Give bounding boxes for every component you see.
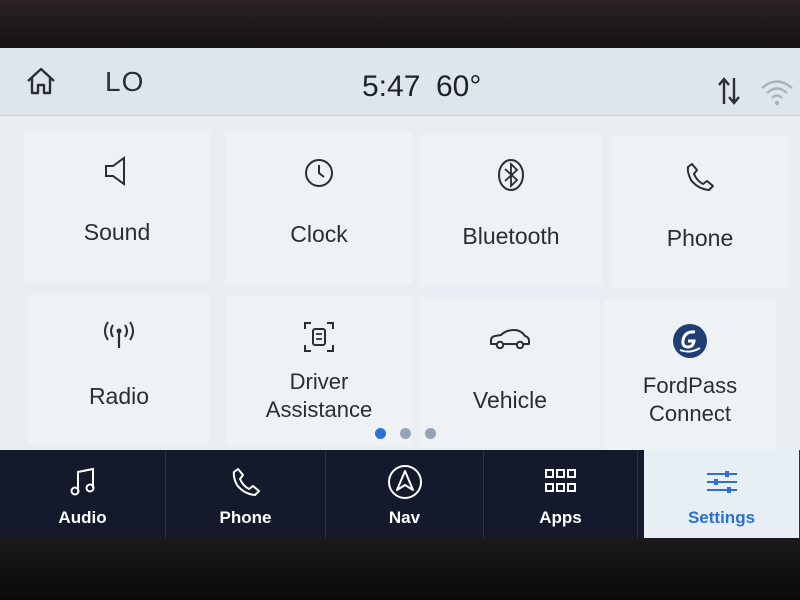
tile-radio[interactable]: Radio xyxy=(28,294,210,444)
nav-audio[interactable]: Audio xyxy=(0,450,166,540)
tile-label: Clock xyxy=(290,221,348,247)
car-icon xyxy=(490,329,530,350)
navigation-arrow-icon xyxy=(387,465,422,499)
tile-label: Vehicle xyxy=(472,387,548,413)
climate-setting[interactable]: LO xyxy=(105,66,144,98)
clock-time: 5:47 xyxy=(362,70,421,103)
tile-label: Driver Assistance xyxy=(265,369,373,422)
phone-icon xyxy=(686,163,714,191)
outside-temperature: 60° xyxy=(436,70,482,103)
status-bar: LO 5:47 60° xyxy=(0,48,800,116)
tile-vehicle[interactable]: Vehicle xyxy=(420,298,600,448)
tile-bluetooth[interactable]: Bluetooth xyxy=(420,134,602,286)
wifi-icon xyxy=(761,80,793,106)
phone-icon xyxy=(232,468,260,496)
nav-label: Audio xyxy=(58,508,107,527)
fordpass-icon xyxy=(673,324,707,358)
speaker-icon xyxy=(105,156,125,186)
tile-fordpass-connect[interactable]: FordPass Connect xyxy=(604,300,776,450)
tile-label: Radio xyxy=(88,383,150,409)
nav-settings[interactable]: Settings xyxy=(644,450,800,540)
page-dot[interactable] xyxy=(400,428,411,439)
tile-label: Bluetooth xyxy=(462,223,560,249)
tile-phone[interactable]: Phone xyxy=(612,136,788,288)
nav-phone[interactable]: Phone xyxy=(166,450,326,540)
nav-label: Phone xyxy=(219,508,272,527)
page-indicator[interactable] xyxy=(375,428,445,442)
nav-label: Nav xyxy=(388,508,421,527)
radio-antenna-icon xyxy=(104,321,134,348)
infotainment-screen: LO 5:47 60° Sound Clock Bluetooth Phone … xyxy=(0,48,800,540)
bottom-nav-bar: Audio Phone Nav Apps Settings xyxy=(0,450,800,540)
tile-clock[interactable]: Clock xyxy=(226,132,412,284)
page-dot[interactable] xyxy=(375,428,386,439)
clock-icon xyxy=(305,159,333,187)
nav-apps[interactable]: Apps xyxy=(484,450,638,540)
nav-label: Settings xyxy=(687,508,756,527)
nav-navigation[interactable]: Nav xyxy=(326,450,484,540)
nav-label: Apps xyxy=(539,508,582,527)
bluetooth-icon xyxy=(498,159,524,191)
page-dot[interactable] xyxy=(425,428,436,439)
tile-driver-assistance[interactable]: Driver Assistance xyxy=(226,296,412,446)
screen-bezel-bottom xyxy=(0,538,800,600)
sliders-icon xyxy=(706,471,737,493)
data-transfer-icon xyxy=(718,77,740,105)
home-button[interactable] xyxy=(22,64,60,98)
screen-bezel-top xyxy=(0,0,800,50)
tile-label: FordPass Connect xyxy=(642,373,738,426)
tile-label: Sound xyxy=(83,219,151,245)
tile-sound[interactable]: Sound xyxy=(24,130,210,282)
apps-grid-icon xyxy=(544,469,576,492)
driver-assist-icon xyxy=(304,322,334,352)
home-icon xyxy=(27,67,55,95)
tile-label: Phone xyxy=(666,225,734,251)
music-note-icon xyxy=(70,467,94,496)
